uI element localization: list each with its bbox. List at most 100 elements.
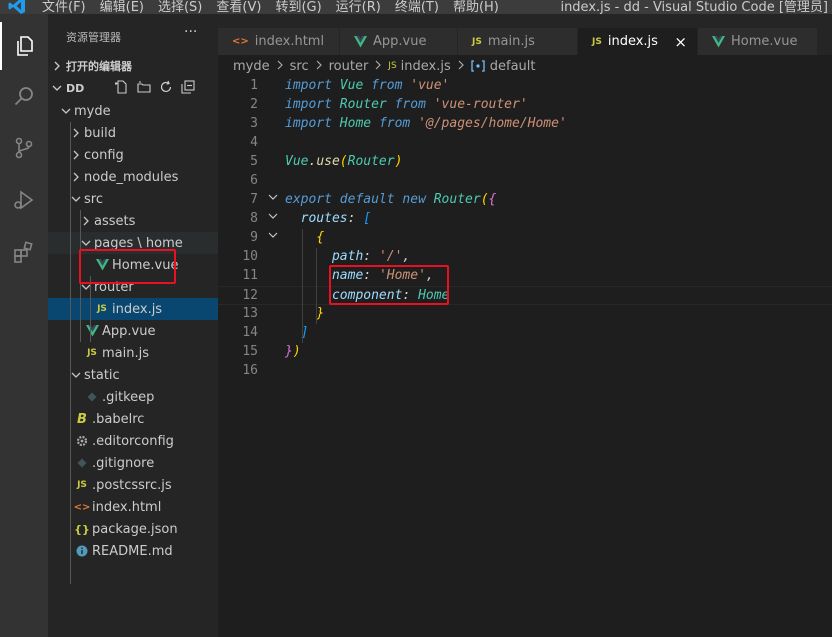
info-icon bbox=[74, 545, 90, 557]
search-icon[interactable] bbox=[0, 72, 48, 120]
tree-item-readme-md[interactable]: README.md bbox=[48, 540, 218, 562]
tree-item-myde[interactable]: myde bbox=[48, 100, 218, 122]
tab-label: main.js bbox=[487, 34, 535, 49]
more-actions-button[interactable]: ··· bbox=[184, 24, 197, 40]
tree-item-babelrc[interactable]: B .babelrc bbox=[48, 408, 218, 430]
html-file-icon: <> bbox=[73, 501, 91, 513]
line-number: 13 bbox=[242, 306, 258, 321]
chevron-right-icon bbox=[315, 59, 323, 74]
source-control-icon[interactable] bbox=[0, 124, 48, 172]
code-token: Router bbox=[433, 192, 481, 207]
new-folder-icon[interactable] bbox=[137, 80, 151, 94]
chevron-right-icon bbox=[48, 61, 66, 71]
breadcrumb-item[interactable]: src bbox=[290, 59, 309, 74]
chevron-down-icon bbox=[48, 83, 66, 93]
window-title: index.js - dd - Visual Studio Code [管理员] bbox=[560, 0, 828, 14]
extensions-icon[interactable] bbox=[0, 228, 48, 276]
line-number: 7 bbox=[250, 192, 258, 207]
menu-item[interactable]: 终端(T) bbox=[395, 0, 439, 14]
line-number: 14 bbox=[242, 325, 258, 340]
refresh-icon[interactable] bbox=[159, 80, 173, 94]
code-token: ( bbox=[480, 192, 489, 207]
tab-index-js[interactable]: JS index.js × bbox=[578, 28, 698, 55]
code-text: routes: [ bbox=[285, 211, 371, 226]
code-token: import bbox=[285, 97, 340, 112]
code-text: path: '/', bbox=[285, 249, 410, 264]
tree-item-gitkeep[interactable]: .gitkeep bbox=[48, 386, 218, 408]
tab-app-vue[interactable]: App.vue bbox=[340, 28, 458, 55]
new-file-icon[interactable] bbox=[115, 80, 129, 94]
code-token: 'vue' bbox=[410, 78, 450, 93]
editor-tabs: <> index.html App.vue JS main.js JS index.js × H… bbox=[218, 14, 832, 55]
code-line: 15}) bbox=[218, 343, 832, 362]
json-file-icon: {} bbox=[74, 522, 90, 536]
menu-item[interactable]: 运行(R) bbox=[336, 0, 381, 14]
tab-index-html[interactable]: <> index.html bbox=[218, 28, 340, 55]
tree-item-build[interactable]: build bbox=[48, 122, 218, 144]
code-token: import bbox=[285, 78, 340, 93]
tab-home-vue[interactable]: Home.vue bbox=[698, 28, 818, 55]
line-number: 11 bbox=[242, 268, 258, 283]
tree-item-src[interactable]: src bbox=[48, 188, 218, 210]
code-text: ] bbox=[285, 325, 309, 340]
collapse-all-icon[interactable] bbox=[181, 80, 195, 94]
explorer-icon[interactable] bbox=[0, 22, 48, 70]
js-file-icon: JS bbox=[472, 36, 482, 47]
tree-item-app-vue[interactable]: App.vue bbox=[48, 320, 218, 342]
chevron-right-icon bbox=[374, 59, 382, 74]
menu-item[interactable]: 选择(S) bbox=[158, 0, 202, 14]
line-number: 3 bbox=[250, 116, 258, 131]
code-text: import Router from 'vue-router' bbox=[285, 97, 528, 112]
code-token: [ bbox=[363, 211, 372, 226]
code-token: ( bbox=[339, 154, 348, 169]
tree-item-package-json[interactable]: {} package.json bbox=[48, 518, 218, 540]
title-bar: 文件(F) 编辑(E) 选择(S) 查看(V) 转到(G) 运行(R) 终端(T) 帮助(H)… bbox=[0, 0, 832, 14]
code-text: } bbox=[285, 306, 324, 321]
code-text: }) bbox=[285, 344, 301, 359]
tree-item-index-html[interactable]: <> index.html bbox=[48, 496, 218, 518]
code-token: Vue bbox=[285, 154, 309, 169]
tree-item-config[interactable]: config bbox=[48, 144, 218, 166]
breadcrumb-item[interactable]: default bbox=[490, 59, 536, 74]
menu-item[interactable]: 转到(G) bbox=[275, 0, 321, 14]
tree-item-node-modules[interactable]: node_modules bbox=[48, 166, 218, 188]
open-editors-section[interactable]: 打开的编辑器 bbox=[48, 55, 218, 77]
tree-item-assets[interactable]: assets bbox=[48, 210, 218, 232]
fold-chevron-icon[interactable] bbox=[268, 230, 278, 243]
code-line: 13 } bbox=[218, 305, 832, 324]
tree-item-label: App.vue bbox=[102, 323, 156, 339]
menu-item[interactable]: 查看(V) bbox=[216, 0, 261, 14]
tree-item-main-js[interactable]: JS main.js bbox=[48, 342, 218, 364]
breadcrumb-item[interactable]: myde bbox=[233, 59, 270, 74]
breadcrumb-item[interactable]: router bbox=[329, 59, 369, 74]
tab-main-js[interactable]: JS main.js bbox=[458, 28, 578, 55]
close-icon[interactable]: × bbox=[674, 33, 687, 51]
code-line: 5 Vue.use(Router) bbox=[218, 153, 832, 172]
menu-item[interactable]: 编辑(E) bbox=[100, 0, 144, 14]
tree-item-gitignore[interactable]: .gitignore bbox=[48, 452, 218, 474]
symbol-module-icon bbox=[471, 60, 485, 72]
vue-file-icon bbox=[712, 35, 725, 48]
tree-item-editorconfig[interactable]: .editorconfig bbox=[48, 430, 218, 452]
tree-item-static[interactable]: static bbox=[48, 364, 218, 386]
tree-item-postcssrc-js[interactable]: JS .postcssrc.js bbox=[48, 474, 218, 496]
code-editor[interactable]: 1 import Vue from 'vue' 2 import Router fro… bbox=[218, 77, 832, 637]
run-debug-icon[interactable] bbox=[0, 176, 48, 224]
code-line: 14 ] bbox=[218, 324, 832, 343]
breadcrumb-item[interactable]: index.js bbox=[401, 59, 451, 74]
code-token: export bbox=[285, 192, 340, 207]
menu-bar: 文件(F) 编辑(E) 选择(S) 查看(V) 转到(G) 运行(R) 终端(T) 帮助(H) bbox=[42, 0, 513, 14]
fold-chevron-icon[interactable] bbox=[268, 192, 278, 205]
fold-chevron-icon[interactable] bbox=[268, 211, 278, 224]
tree-item-index-js[interactable]: JS index.js bbox=[48, 298, 218, 320]
sidebar-title: 资源管理器 bbox=[66, 31, 121, 44]
html-file-icon: <> bbox=[232, 36, 249, 47]
code-line: 11 name: 'Home', bbox=[218, 267, 832, 286]
menu-item[interactable]: 帮助(H) bbox=[453, 0, 499, 14]
code-token: default bbox=[339, 192, 403, 207]
tab-label: index.html bbox=[254, 34, 325, 49]
menu-item[interactable]: 文件(F) bbox=[42, 0, 86, 14]
